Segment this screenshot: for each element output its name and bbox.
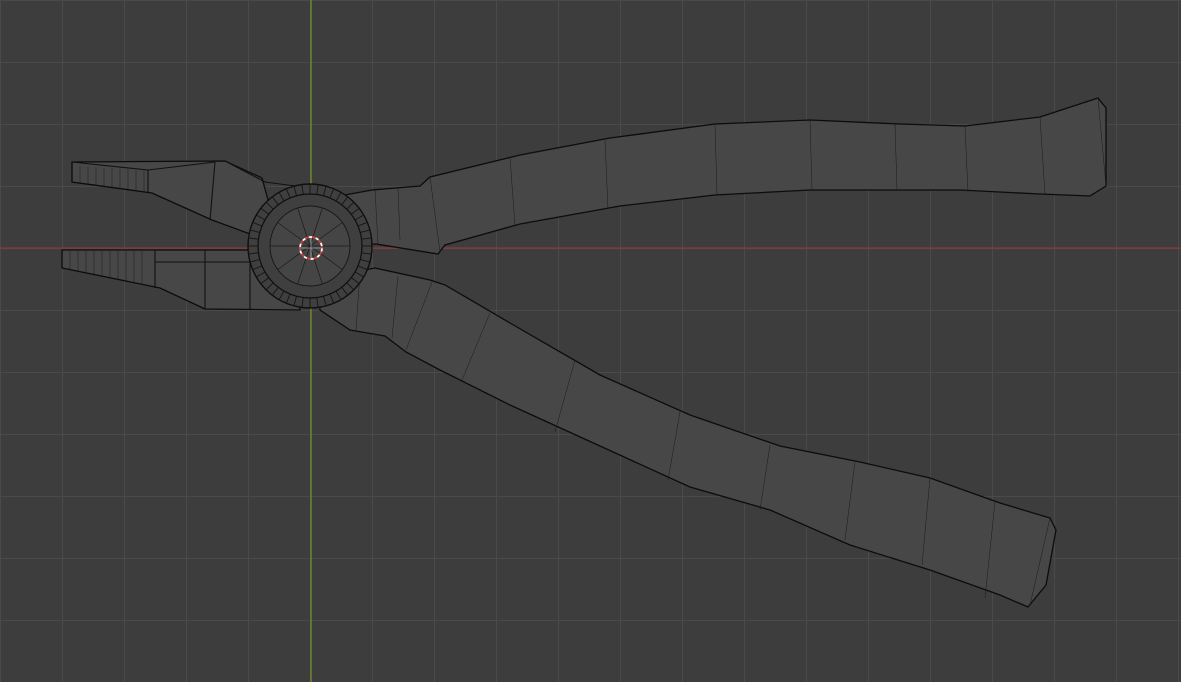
viewport-scene[interactable] — [0, 0, 1181, 682]
upper-handle[interactable] — [317, 97, 1107, 255]
3d-viewport[interactable] — [0, 0, 1181, 682]
lower-handle[interactable] — [317, 261, 1057, 608]
pivot-joint[interactable] — [247, 183, 373, 309]
3d-cursor-icon[interactable] — [299, 236, 323, 260]
pliers-mesh[interactable] — [61, 97, 1107, 608]
